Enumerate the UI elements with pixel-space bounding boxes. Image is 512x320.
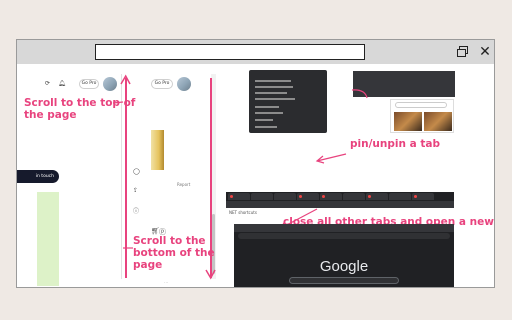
title-bar: ✕	[17, 40, 494, 64]
shortcuts-text: NET shortcuts	[229, 210, 257, 215]
restore-icon[interactable]	[455, 44, 471, 60]
close-icon[interactable]: ✕	[477, 44, 493, 60]
google-logo: Google	[319, 258, 369, 275]
address-bar[interactable]	[95, 44, 365, 60]
address-bar-preview	[226, 201, 454, 208]
browser-window: ✕ ⟳ 🔔︎ Go Pro Go Pro in touch ◯ ⇪ ⓘ Repo…	[16, 39, 495, 288]
page-content: ⟳ 🔔︎ Go Pro Go Pro in touch ◯ ⇪ ⓘ Report…	[17, 64, 494, 287]
tab-strip	[226, 192, 454, 201]
new-tab-page: Google	[234, 224, 454, 287]
annotation-pin-tab: pin/unpin a tab	[350, 138, 440, 150]
google-search-box	[289, 277, 399, 284]
